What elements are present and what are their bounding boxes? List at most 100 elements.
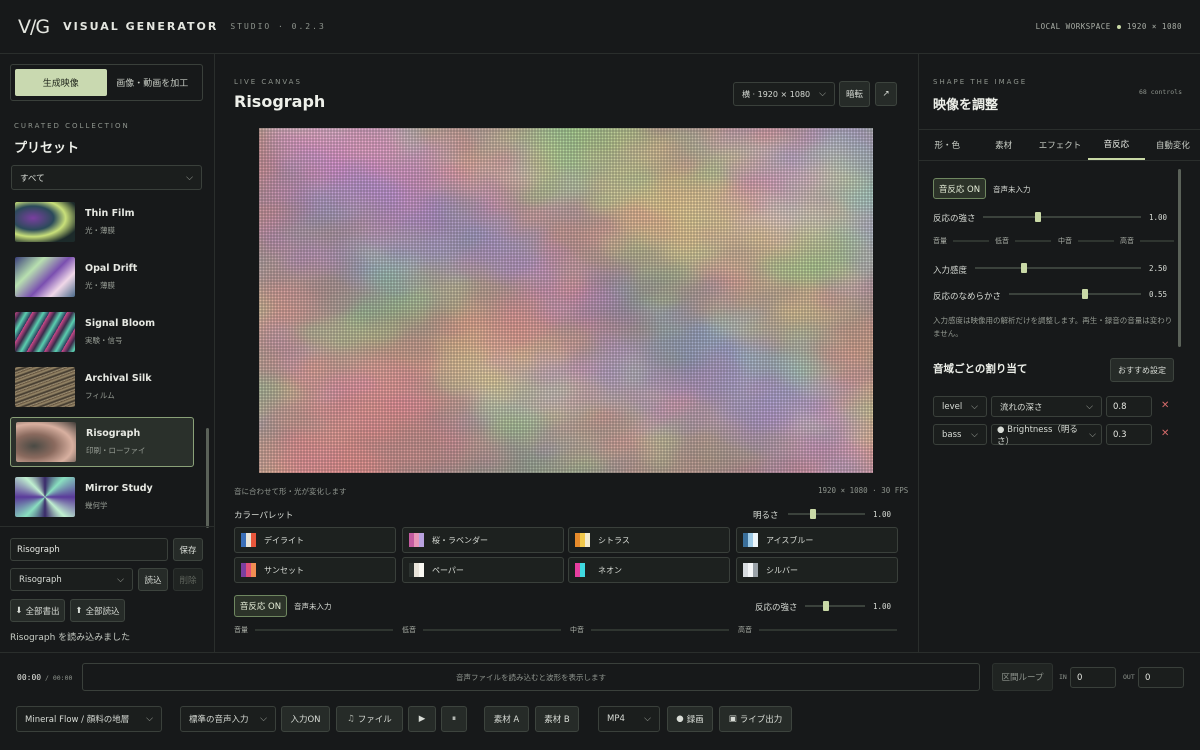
palette-chips	[409, 563, 424, 577]
delete-preset-button[interactable]: 削除	[173, 568, 203, 591]
brightness-slider-knob[interactable]	[810, 509, 816, 519]
sensitivity-value: 2.50	[1149, 264, 1168, 273]
brightness-slider[interactable]	[788, 509, 865, 519]
save-preset-button[interactable]: 保存	[173, 538, 203, 561]
strength-value: 1.00	[1149, 213, 1168, 222]
palette-swatch[interactable]: サンセット	[234, 557, 396, 583]
mode-generate-tab[interactable]: 生成映像	[15, 69, 107, 96]
tab-audio-reactive[interactable]: 音反応	[1088, 130, 1145, 160]
tab-material[interactable]: 素材	[975, 130, 1031, 160]
strength-slider-knob[interactable]	[823, 601, 829, 611]
palette-swatch[interactable]: ペーパー	[402, 557, 564, 583]
smoothness-slider[interactable]	[1009, 289, 1141, 299]
chevron-down-icon: ⌵	[260, 714, 267, 724]
workspace-label: LOCAL WORKSPACE	[1035, 22, 1111, 31]
mapping-target-select[interactable]: 流れの深さ ⌵	[991, 396, 1102, 417]
mapping-title: 音域ごとの割り当て	[933, 363, 1028, 375]
band-meter	[1015, 240, 1051, 242]
preset-item-archival-silk[interactable]: Archival Silk フィルム	[10, 362, 194, 412]
strength-slider[interactable]	[805, 601, 865, 611]
audio-on-button[interactable]: 音反応 ON	[933, 178, 986, 199]
palette-swatch[interactable]: デイライト	[234, 527, 396, 553]
palette-name: アイスブルー	[766, 535, 814, 545]
palette-swatch[interactable]: シルバー	[736, 557, 898, 583]
palette-swatch[interactable]: アイスブルー	[736, 527, 898, 553]
mode-switch: 生成映像 画像・動画を加工	[10, 64, 203, 101]
mapping-band-select[interactable]: bass ⌵	[933, 424, 987, 445]
mapping-amount-input[interactable]: 0.3	[1106, 424, 1152, 445]
asset-a-button[interactable]: 素材 A	[484, 706, 529, 732]
recommend-button[interactable]: おすすめ設定	[1110, 358, 1174, 382]
strength-slider[interactable]	[983, 212, 1141, 222]
input-on-button[interactable]: 入力ON	[281, 706, 330, 732]
loop-button[interactable]: 区間ループ	[992, 663, 1053, 691]
audio-input-select[interactable]: 標準の音声入力 ⌵	[180, 706, 276, 732]
preset-name: Thin Film	[85, 208, 135, 219]
scene-preset-select[interactable]: Mineral Flow / 顔料の地層 ⌵	[16, 706, 162, 732]
adjust-scrollbar[interactable]	[1178, 169, 1181, 347]
mapping-band-select[interactable]: level ⌵	[933, 396, 987, 417]
remove-mapping-icon[interactable]: ✕	[1161, 400, 1169, 411]
format-select[interactable]: MP4 ⌵	[598, 706, 660, 732]
palette-swatch[interactable]: シトラス	[568, 527, 730, 553]
tab-auto-change[interactable]: 自動変化	[1145, 130, 1200, 160]
import-all-button[interactable]: ⬆ 全部読込	[70, 599, 125, 622]
palette-color	[419, 563, 424, 577]
chevron-down-icon: ⌵	[971, 429, 978, 440]
preset-thumbnail	[16, 422, 76, 462]
preset-item-opal-drift[interactable]: Opal Drift 光・薄膜	[10, 252, 194, 302]
mapping-target-select[interactable]: ● Brightness（明るさ） ⌵	[991, 424, 1102, 447]
palette-name: シトラス	[598, 535, 630, 545]
record-button[interactable]: ● 録画	[667, 706, 713, 732]
smoothness-slider-knob[interactable]	[1082, 289, 1088, 299]
brightness-label: 明るさ	[753, 511, 779, 521]
preset-item-thin-film[interactable]: Thin Film 光・薄膜	[10, 197, 194, 247]
mode-process-tab[interactable]: 画像・動画を加工	[107, 69, 199, 96]
preset-item-risograph[interactable]: Risograph 印刷・ローファイ	[10, 417, 194, 467]
aspect-select[interactable]: 横 · 1920 × 1080 ⌵	[733, 82, 835, 106]
palette-color	[585, 563, 590, 577]
chevron-down-icon: ⌵	[1086, 401, 1093, 412]
palette-swatch[interactable]: 桜・ラベンダー	[402, 527, 564, 553]
palette-color	[251, 563, 256, 577]
load-preset-button[interactable]: 読込	[138, 568, 168, 591]
live-output-button[interactable]: ▣ ライブ出力	[719, 706, 792, 732]
brightness-value: 1.00	[873, 510, 892, 519]
sensitivity-slider-knob[interactable]	[1021, 263, 1027, 273]
controls-count: 68 controls	[1138, 88, 1182, 96]
canvas-panel: LIVE CANVAS Risograph 横 · 1920 × 1080 ⌵ 暗…	[215, 54, 918, 652]
preset-tag: 光・薄膜	[85, 226, 115, 235]
asset-b-button[interactable]: 素材 B	[535, 706, 579, 732]
loop-in-input[interactable]: 0	[1070, 667, 1116, 688]
record-dot-icon: ●	[676, 714, 684, 724]
palette-swatch[interactable]: ネオン	[568, 557, 730, 583]
waveform-area[interactable]: 音声ファイルを読み込むと波形を表示します	[82, 663, 980, 691]
canvas-title: Risograph	[234, 92, 326, 111]
preset-filter-select[interactable]: すべて ⌵	[11, 165, 202, 190]
load-preset-select[interactable]: Risograph ⌵	[10, 568, 133, 591]
remove-mapping-icon[interactable]: ✕	[1161, 428, 1169, 439]
mapping-amount-input[interactable]: 0.8	[1106, 396, 1152, 417]
status-message: Risograph を読み込みました	[10, 633, 131, 643]
audio-on-button[interactable]: 音反応 ON	[234, 595, 287, 617]
preset-thumbnail	[15, 477, 75, 517]
preset-item-signal-bloom[interactable]: Signal Bloom 実験・信号	[10, 307, 194, 357]
popout-button[interactable]: ↗	[875, 82, 897, 106]
loop-out-input[interactable]: 0	[1138, 667, 1184, 688]
band-meter	[255, 629, 393, 631]
sensitivity-slider[interactable]	[975, 263, 1141, 273]
preset-scrollbar[interactable]	[206, 428, 209, 528]
file-button[interactable]: ♫ ファイル	[336, 706, 403, 732]
palette-name: デイライト	[264, 535, 304, 545]
tab-effect[interactable]: エフェクト	[1032, 130, 1088, 160]
preset-name-input[interactable]: Risograph	[10, 538, 168, 561]
sensitivity-label: 入力感度	[933, 266, 968, 276]
pause-button[interactable]: ⏸	[441, 706, 467, 732]
strength-slider-knob[interactable]	[1035, 212, 1041, 222]
export-all-button[interactable]: ⬇ 全部書出	[10, 599, 65, 622]
play-button[interactable]: ▶	[408, 706, 436, 732]
live-canvas[interactable]	[259, 128, 873, 473]
preset-item-mirror-study[interactable]: Mirror Study 幾何学	[10, 472, 194, 522]
tab-shape-color[interactable]: 形・色	[919, 130, 975, 160]
blackout-button[interactable]: 暗転	[839, 81, 870, 107]
